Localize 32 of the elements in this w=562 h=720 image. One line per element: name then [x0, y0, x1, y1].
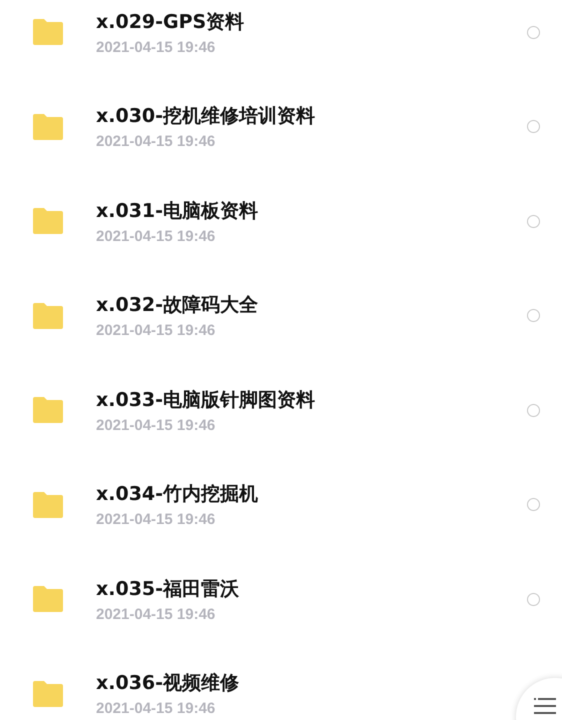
- select-radio[interactable]: [527, 120, 540, 134]
- select-radio[interactable]: [527, 26, 540, 39]
- folder-icon: [33, 586, 63, 612]
- folder-name[interactable]: x.033-电脑版针脚图资料: [96, 386, 316, 413]
- modified-date: 2021-04-15 19:46: [96, 133, 216, 150]
- select-radio[interactable]: [527, 404, 540, 417]
- folder-name[interactable]: x.030-挖机维修培训资料: [96, 103, 316, 130]
- select-radio[interactable]: [527, 214, 540, 228]
- folder-name[interactable]: x.031-电脑板资料: [96, 198, 258, 224]
- select-radio[interactable]: [527, 592, 540, 606]
- folder-icon: [33, 114, 63, 140]
- folder-icon: [33, 680, 63, 707]
- folder-name[interactable]: x.032-故障码大全: [96, 292, 258, 318]
- folder-icon: [33, 208, 63, 234]
- folder-icon: [33, 492, 63, 518]
- folder-name[interactable]: x.029-GPS资料: [96, 8, 244, 35]
- list-icon: [534, 698, 556, 714]
- modified-date: 2021-04-15 19:46: [96, 511, 216, 528]
- modified-date: 2021-04-15 19:46: [96, 228, 216, 245]
- folder-icon: [33, 19, 63, 46]
- folder-name[interactable]: x.035-福田雷沃: [96, 576, 240, 602]
- select-radio[interactable]: [527, 309, 540, 322]
- folder-name[interactable]: x.036-视频维修: [96, 670, 240, 696]
- modified-date: 2021-04-15 19:46: [96, 322, 216, 340]
- folder-name[interactable]: x.034-竹内挖掘机: [96, 481, 258, 508]
- folder-icon: [33, 397, 63, 424]
- modified-date: 2021-04-15 19:46: [96, 700, 216, 718]
- modified-date: 2021-04-15 19:46: [96, 416, 216, 434]
- select-radio[interactable]: [527, 498, 540, 512]
- folder-icon: [33, 302, 63, 329]
- modified-date: 2021-04-15 19:46: [96, 606, 216, 623]
- modified-date: 2021-04-15 19:46: [96, 38, 216, 56]
